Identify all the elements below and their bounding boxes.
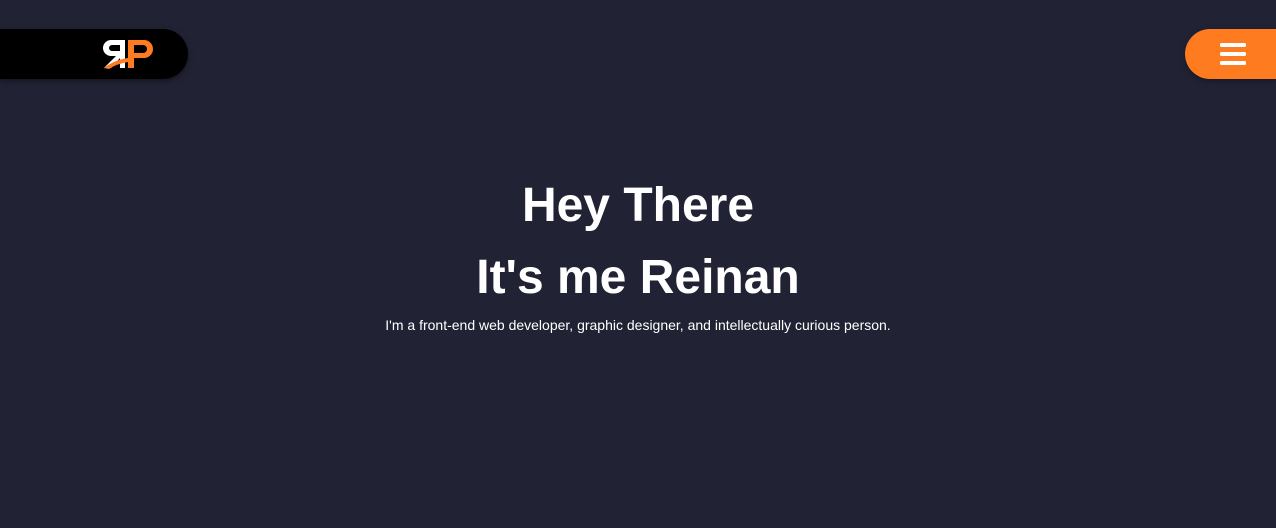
hero-tagline: I'm a front-end web developer, graphic d… — [385, 317, 891, 333]
rp-logo-icon[interactable] — [100, 36, 158, 72]
hamburger-menu-icon[interactable] — [1220, 43, 1246, 65]
logo-container[interactable] — [0, 29, 188, 79]
page: Hey There It's me Reinan I'm a front-end… — [0, 0, 1276, 528]
hero-name: It's me Reinan — [476, 251, 800, 304]
hero-section: Hey There It's me Reinan I'm a front-end… — [0, 170, 1276, 334]
menu-button[interactable] — [1185, 29, 1276, 79]
hero-greeting: Hey There — [521, 179, 755, 232]
